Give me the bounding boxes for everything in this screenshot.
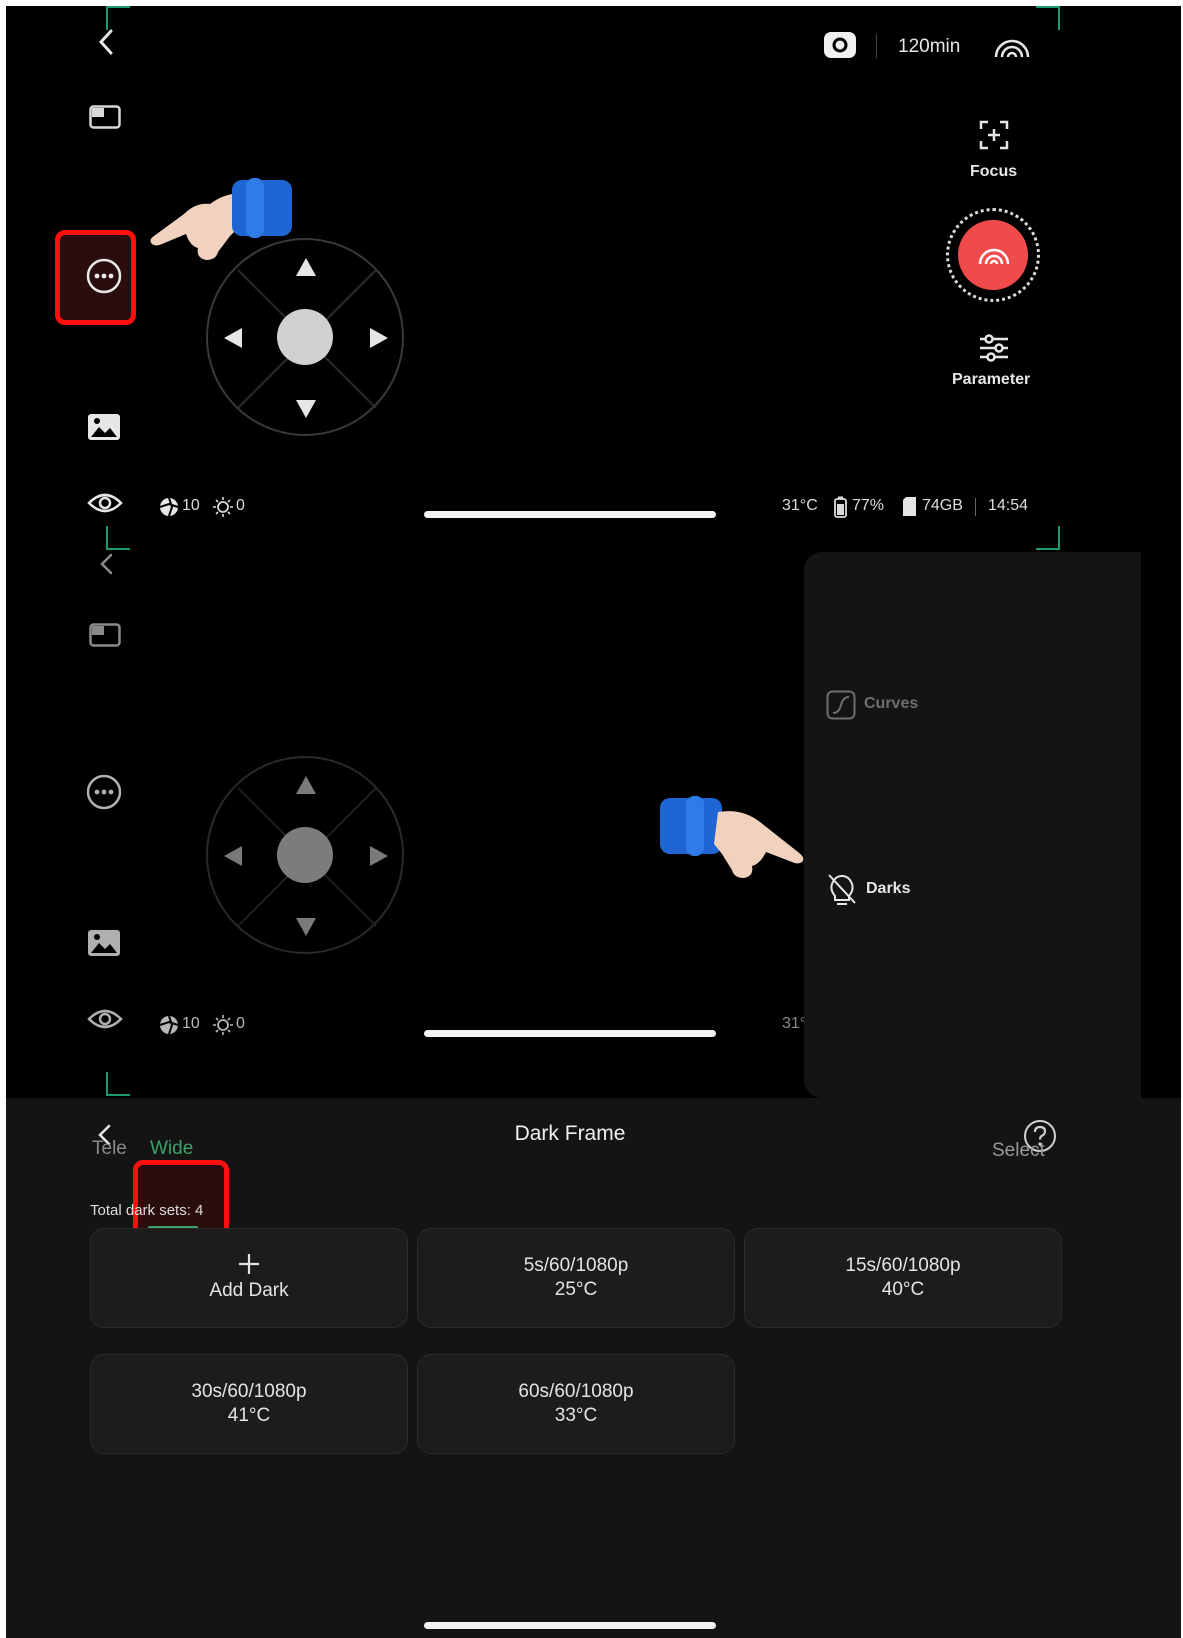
home-indicator[interactable] <box>424 1622 716 1629</box>
menu-item-label: Curves <box>864 695 919 712</box>
plus-icon <box>239 1254 259 1274</box>
frame-corner <box>106 1072 130 1096</box>
add-dark-label: Add Dark <box>209 1280 289 1301</box>
light-icon <box>213 1015 233 1035</box>
dark-set-tile[interactable]: 30s/60/1080p 41°C <box>90 1354 408 1454</box>
image-icon <box>88 930 120 956</box>
back-button[interactable] <box>92 28 120 56</box>
record-time: 120min <box>898 36 961 57</box>
arrow-right-icon <box>370 846 388 866</box>
light-icon <box>213 497 233 517</box>
arrow-right-icon <box>370 328 388 348</box>
dark-set-temp: 33°C <box>554 1405 598 1426</box>
signal-arc-icon <box>994 39 1030 58</box>
split-view-icon <box>89 623 121 647</box>
divider <box>975 498 976 516</box>
shutter-button[interactable] <box>946 208 1040 302</box>
joystick-knob[interactable] <box>277 827 333 883</box>
dark-set-params: 60s/60/1080p <box>518 1381 634 1402</box>
light-value: 0 <box>236 1015 245 1032</box>
curves-icon <box>826 690 856 720</box>
temperature-partial: 31° <box>782 1015 807 1032</box>
frame-corner <box>106 6 130 30</box>
view-toggle-button[interactable] <box>86 488 124 518</box>
arrow-up-icon <box>296 258 316 276</box>
split-view-icon <box>89 105 121 129</box>
chevron-left-icon <box>98 29 113 55</box>
camera-screen-main: 120min Focus Parameter 10 0 31°C 77% 74G… <box>6 6 1181 550</box>
more-menu-panel: Curves Darks <box>804 552 1141 1098</box>
battery-level: 77% <box>852 497 885 514</box>
clock: 14:54 <box>988 497 1029 514</box>
temperature: 31°C <box>782 497 818 514</box>
shutter-signal-icon <box>978 248 1010 265</box>
capture-mode-button[interactable] <box>822 30 858 60</box>
chevron-left-icon <box>100 553 113 575</box>
camera-mode-icon <box>824 32 856 58</box>
eye-icon <box>87 1009 123 1029</box>
arrow-down-icon <box>296 400 316 418</box>
parameter-button[interactable]: Parameter <box>944 334 1044 398</box>
tab-tele[interactable]: Tele <box>92 1138 127 1160</box>
tab-wide[interactable]: Wide <box>150 1138 193 1160</box>
storage: 74GB <box>922 497 963 514</box>
dark-frame-screen: Dark Frame Tele Wide Select Total dark s… <box>6 1098 1181 1638</box>
add-dark-button[interactable]: Add Dark <box>90 1228 408 1328</box>
dark-set-params: 5s/60/1080p <box>523 1255 629 1276</box>
battery-icon <box>834 496 847 518</box>
signal-button[interactable] <box>992 32 1032 60</box>
dark-set-tile[interactable]: 5s/60/1080p 25°C <box>417 1228 735 1328</box>
back-button[interactable] <box>92 550 120 578</box>
view-toggle-button[interactable] <box>86 1004 124 1034</box>
divider <box>876 34 877 58</box>
image-icon <box>88 414 120 440</box>
arrow-left-icon <box>224 846 242 866</box>
dark-set-params: 15s/60/1080p <box>845 1255 961 1276</box>
arrow-down-icon <box>296 918 316 936</box>
sliders-icon <box>980 334 1008 362</box>
aperture-icon <box>159 497 179 517</box>
dark-set-tile[interactable]: 60s/60/1080p 33°C <box>417 1354 735 1454</box>
dark-set-temp: 40°C <box>881 1279 925 1300</box>
more-menu-button[interactable] <box>84 772 124 812</box>
eye-icon <box>87 493 123 513</box>
layout-toggle-button[interactable] <box>88 102 122 132</box>
more-dots-icon <box>86 774 122 810</box>
more-dots-icon <box>86 258 122 294</box>
direction-joystick[interactable] <box>206 238 404 436</box>
gallery-button[interactable] <box>86 412 122 442</box>
joystick-knob[interactable] <box>277 309 333 365</box>
menu-item-darks[interactable]: Darks <box>826 870 1026 910</box>
light-value: 0 <box>236 497 245 514</box>
arrow-up-icon <box>296 776 316 794</box>
more-menu-button[interactable] <box>84 256 124 296</box>
focus-button[interactable]: Focus <box>956 118 1032 184</box>
exposure-count: 10 <box>182 497 200 514</box>
direction-joystick[interactable] <box>206 756 404 954</box>
home-indicator[interactable] <box>424 511 716 518</box>
exposure-count: 10 <box>182 1015 200 1032</box>
aperture-icon <box>159 1015 179 1035</box>
focus-icon <box>979 120 1009 150</box>
frame-corner <box>1036 526 1060 550</box>
focus-label: Focus <box>970 163 1018 180</box>
darks-icon <box>828 874 856 905</box>
select-button[interactable]: Select <box>992 1140 1045 1162</box>
pointer-hand-illustration <box>656 788 816 884</box>
menu-item-label: Darks <box>866 880 911 897</box>
layout-toggle-button[interactable] <box>88 620 122 650</box>
home-indicator[interactable] <box>424 1030 716 1037</box>
parameter-label: Parameter <box>952 371 1031 388</box>
dark-set-temp: 25°C <box>554 1279 598 1300</box>
sd-card-icon <box>903 497 916 516</box>
frame-corner <box>106 526 130 550</box>
gallery-button[interactable] <box>86 928 122 958</box>
arrow-left-icon <box>224 328 242 348</box>
dark-set-params: 30s/60/1080p <box>191 1381 307 1402</box>
total-dark-sets: Total dark sets: 4 <box>90 1202 204 1219</box>
menu-item-curves[interactable]: Curves <box>826 688 1026 722</box>
dark-set-temp: 41°C <box>227 1405 271 1426</box>
frame-corner <box>1036 6 1060 30</box>
dark-set-tile[interactable]: 15s/60/1080p 40°C <box>744 1228 1062 1328</box>
